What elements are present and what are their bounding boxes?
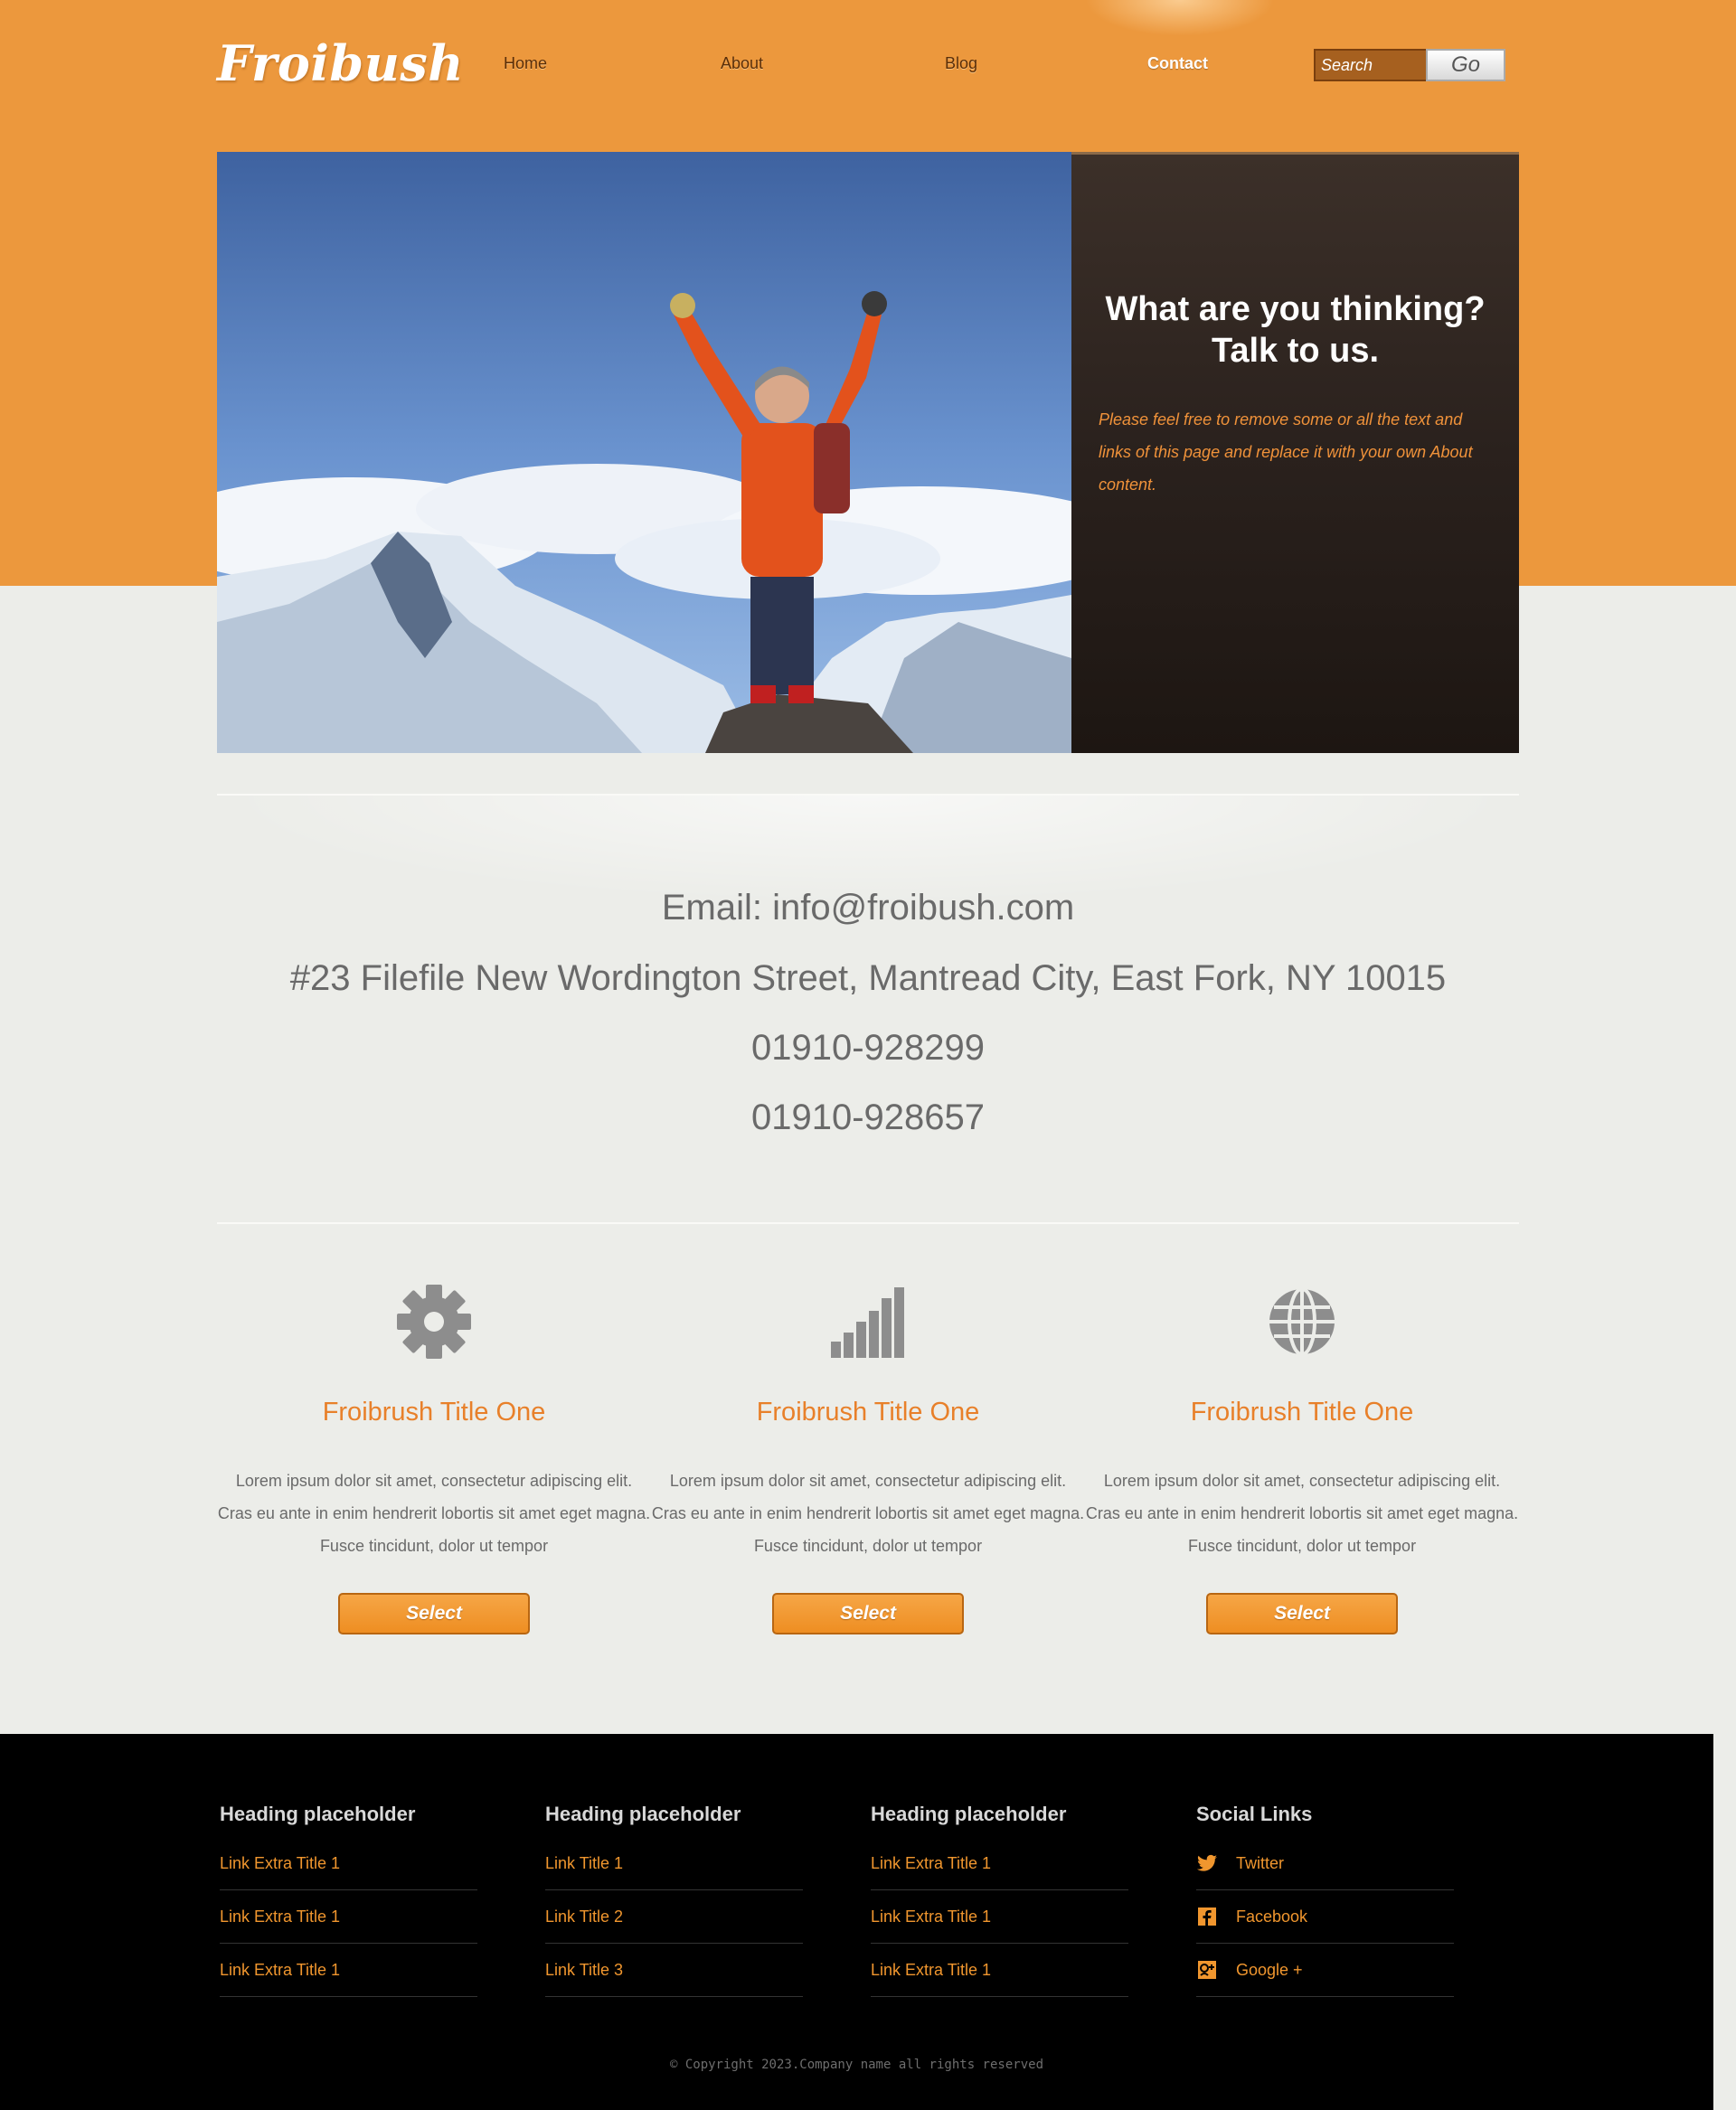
nav-about[interactable]: About (721, 54, 763, 73)
footer-social-column: Social Links Twitter Facebook Google + (1196, 1803, 1454, 1997)
social-link-label: Google + (1236, 1960, 1303, 1979)
social-link-twitter[interactable]: Twitter (1196, 1837, 1454, 1890)
feature-title: Froibrush Title One (1190, 1398, 1414, 1427)
gear-icon (397, 1285, 471, 1359)
hero-banner: What are you thinking? Talk to us. Pleas… (217, 152, 1519, 753)
hero-title-line2: Talk to us. (1211, 332, 1380, 370)
google-plus-icon (1198, 1961, 1216, 1979)
nav-blog[interactable]: Blog (945, 54, 977, 73)
footer-link[interactable]: Link Extra Title 1 (220, 1890, 477, 1944)
feature-text: Lorem ipsum dolor sit amet, consectetur … (651, 1472, 1085, 1555)
feature-card: Froibrush Title One Lorem ipsum dolor si… (1085, 1284, 1519, 1634)
footer-column: Heading placeholder Link Title 1 Link Ti… (545, 1803, 803, 1997)
facebook-icon (1198, 1907, 1216, 1926)
footer-link[interactable]: Link Title 3 (545, 1944, 803, 1997)
hero-title: What are you thinking? Talk to us. (1071, 288, 1519, 372)
site-footer: Heading placeholder Link Extra Title 1 L… (0, 1734, 1713, 2110)
footer-heading: Social Links (1196, 1803, 1313, 1825)
copyright: © Copyright 2023.Company name all rights… (669, 2058, 1043, 2072)
footer-link[interactable]: Link Extra Title 1 (871, 1944, 1128, 1997)
footer-heading: Heading placeholder (545, 1803, 741, 1825)
nav-home[interactable]: Home (504, 54, 547, 73)
social-link-google-plus[interactable]: Google + (1196, 1944, 1454, 1997)
hero-title-line1: What are you thinking? (1105, 290, 1486, 328)
select-button[interactable]: Select (338, 1593, 530, 1634)
hero-text: Please feel free to remove some or all t… (1099, 410, 1473, 494)
social-link-label: Twitter (1236, 1853, 1285, 1872)
contact-address: #23 Filefile New Wordington Street, Mant… (289, 958, 1447, 998)
footer-column: Heading placeholder Link Extra Title 1 L… (220, 1803, 477, 1997)
search-go-button[interactable]: Go (1426, 49, 1505, 81)
search-input[interactable]: Search (1314, 49, 1426, 81)
feature-text: Lorem ipsum dolor sit amet, consectetur … (217, 1472, 651, 1555)
hero-panel: What are you thinking? Talk to us. Pleas… (1071, 152, 1519, 753)
feature-text: Lorem ipsum dolor sit amet, consectetur … (1085, 1472, 1519, 1555)
header-glow (1085, 0, 1275, 36)
feature-title: Froibrush Title One (756, 1398, 980, 1427)
contact-email[interactable]: Email: info@froibush.com (0, 888, 1736, 928)
nav-contact[interactable]: Contact (1147, 54, 1208, 73)
divider (217, 1222, 1519, 1224)
footer-link[interactable]: Link Extra Title 1 (871, 1837, 1128, 1890)
select-button[interactable]: Select (772, 1593, 964, 1634)
footer-link[interactable]: Link Extra Title 1 (220, 1837, 477, 1890)
feature-card: Froibrush Title One Lorem ipsum dolor si… (651, 1284, 1085, 1634)
footer-heading: Heading placeholder (220, 1803, 416, 1825)
footer-column: Heading placeholder Link Extra Title 1 L… (871, 1803, 1128, 1997)
footer-link[interactable]: Link Title 2 (545, 1890, 803, 1944)
social-link-facebook[interactable]: Facebook (1196, 1890, 1454, 1944)
twitter-icon (1197, 1854, 1217, 1871)
footer-link[interactable]: Link Title 1 (545, 1837, 803, 1890)
social-link-label: Facebook (1236, 1907, 1308, 1926)
footer-link[interactable]: Link Extra Title 1 (220, 1944, 477, 1997)
signal-bars-icon (831, 1287, 904, 1358)
feature-card: Froibrush Title One Lorem ipsum dolor si… (217, 1284, 651, 1634)
feature-title: Froibrush Title One (322, 1398, 546, 1427)
hero-climber-image (217, 152, 1071, 753)
globe-icon (1269, 1287, 1335, 1356)
site-logo[interactable]: Froibush (217, 34, 464, 92)
footer-heading: Heading placeholder (871, 1803, 1067, 1825)
footer-link[interactable]: Link Extra Title 1 (871, 1890, 1128, 1944)
contact-phone-1: 01910-928299 (750, 1028, 986, 1068)
contact-phone-2: 01910-928657 (750, 1097, 986, 1137)
select-button[interactable]: Select (1206, 1593, 1398, 1634)
